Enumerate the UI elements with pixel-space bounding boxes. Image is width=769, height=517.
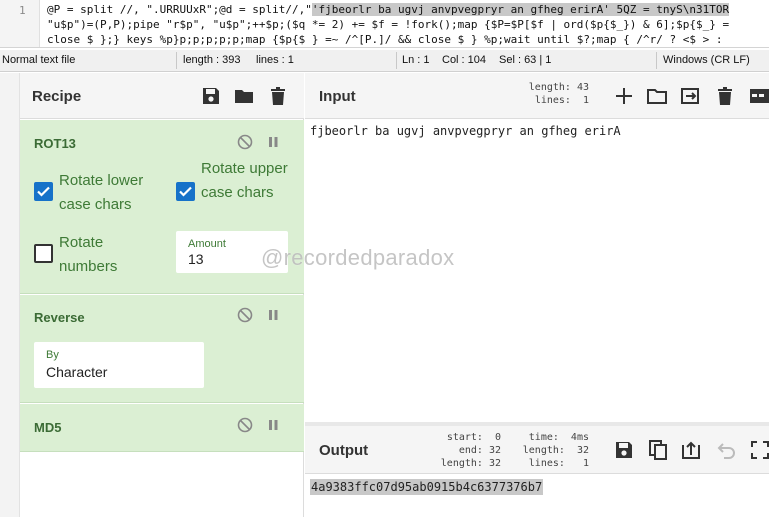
input-textarea[interactable]: fjbeorlr ba ugvj anvpvegpryr an gfheg er… bbox=[310, 124, 621, 138]
code-line-1-text: @P = split //, ".URRUUxR";@d = split//," bbox=[47, 3, 312, 16]
code-editor[interactable]: 1 @P = split //, ".URRUUxR";@d = split//… bbox=[0, 0, 769, 48]
undo-icon[interactable] bbox=[715, 439, 737, 461]
status-ln: Ln : 1 bbox=[402, 54, 430, 66]
code-line-1[interactable]: @P = split //, ".URRUUxR";@d = split//,"… bbox=[47, 2, 730, 17]
output-title: Output bbox=[319, 442, 369, 459]
status-eol: Windows (CR LF) bbox=[663, 54, 750, 66]
output-pane: Output start: 0 end: 32 length: 32 time: 4… bbox=[305, 426, 769, 517]
open-file-icon[interactable] bbox=[679, 85, 701, 107]
output-stats-left: start: 0 end: 32 length: 32 bbox=[435, 431, 501, 470]
rotate-upper-label: Rotate upper case chars bbox=[201, 160, 288, 201]
status-col: Col : 104 bbox=[442, 54, 487, 66]
pause-operation-icon[interactable] bbox=[265, 134, 281, 150]
line-number-gutter: 1 bbox=[0, 0, 40, 47]
status-length: length : 393 bbox=[183, 54, 241, 66]
input-stats: length: 43 lines: 1 bbox=[517, 81, 589, 107]
rotate-lower-label: Rotate lower case chars bbox=[59, 172, 144, 213]
rotate-numbers-label: Rotate numbers bbox=[59, 234, 118, 275]
pause-operation-icon[interactable] bbox=[265, 307, 281, 323]
reverse-by-value: Character bbox=[46, 364, 108, 380]
output-header: Output start: 0 end: 32 length: 32 time: 4… bbox=[305, 426, 769, 474]
rotate-numbers-checkbox[interactable] bbox=[34, 244, 53, 263]
save-output-icon[interactable] bbox=[613, 439, 635, 461]
status-bar: Normal text file length : 393 lines : 1 … bbox=[0, 50, 769, 72]
reverse-by-label: By bbox=[46, 349, 59, 361]
status-file-type: Normal text file bbox=[2, 54, 76, 66]
recipe-title: Recipe bbox=[32, 88, 82, 105]
pause-operation-icon[interactable] bbox=[265, 417, 281, 433]
disable-operation-icon[interactable] bbox=[237, 307, 253, 323]
output-start: start: 0 bbox=[446, 432, 501, 443]
recipe-header: Recipe bbox=[20, 73, 304, 119]
save-recipe-icon[interactable] bbox=[200, 85, 222, 107]
add-tab-icon[interactable] bbox=[613, 85, 635, 107]
clear-input-icon[interactable] bbox=[714, 85, 736, 107]
replace-input-icon[interactable] bbox=[680, 439, 702, 461]
code-selection: 'fjbeorlr ba ugvj anvpvegpryr an gfheg e… bbox=[311, 3, 730, 16]
output-textarea[interactable]: 4a9383ffc07d95ab0915b4c6377376b7 bbox=[310, 479, 544, 495]
input-header: Input length: 43 lines: 1 bbox=[305, 73, 769, 119]
watermark: @recordedparadox bbox=[261, 245, 455, 270]
output-time: time: 4ms bbox=[528, 432, 589, 443]
reverse-by-select[interactable]: By Character bbox=[34, 342, 204, 388]
operations-pane-edge bbox=[0, 73, 20, 517]
rotate-lower-checkbox[interactable] bbox=[34, 182, 53, 201]
code-line-2[interactable]: "u$p")=(P,P);pipe "r$p", "u$p";++$p;($q … bbox=[47, 17, 729, 32]
open-folder-icon[interactable] bbox=[646, 85, 668, 107]
recipe-pane: Recipe ROT13 Rotate lower case chars Rot… bbox=[20, 73, 304, 517]
output-length-2: length: 32 bbox=[522, 445, 589, 456]
input-lines: lines: 1 bbox=[534, 95, 589, 106]
code-line-3[interactable]: close $ };} keys %p}p;p;p;p;p;map {$p{$ … bbox=[47, 32, 723, 47]
rotate-upper-checkbox[interactable] bbox=[176, 182, 195, 201]
maximize-icon[interactable] bbox=[749, 439, 769, 461]
output-stats-right: time: 4ms length: 32 lines: 1 bbox=[515, 431, 589, 470]
operation-title-rot13: ROT13 bbox=[34, 136, 76, 151]
load-recipe-icon[interactable] bbox=[233, 85, 255, 107]
line-number: 1 bbox=[19, 4, 26, 17]
input-length: length: 43 bbox=[528, 82, 589, 93]
operation-reverse[interactable]: Reverse By Character bbox=[20, 295, 304, 403]
operation-title-reverse: Reverse bbox=[34, 310, 85, 325]
disable-operation-icon[interactable] bbox=[237, 134, 253, 150]
output-end: end: 32 bbox=[458, 445, 501, 456]
status-lines: lines : 1 bbox=[256, 54, 294, 66]
clear-recipe-icon[interactable] bbox=[267, 85, 289, 107]
operation-title-md5: MD5 bbox=[34, 420, 62, 435]
reset-layout-icon[interactable] bbox=[748, 85, 769, 107]
output-length: length: 32 bbox=[440, 458, 501, 469]
disable-operation-icon[interactable] bbox=[237, 417, 253, 433]
amount-label: Amount bbox=[188, 238, 226, 250]
amount-value: 13 bbox=[188, 251, 204, 267]
output-lines: lines: 1 bbox=[528, 458, 589, 469]
copy-output-icon[interactable] bbox=[647, 439, 669, 461]
input-title: Input bbox=[319, 88, 356, 105]
operation-md5[interactable]: MD5 bbox=[20, 404, 304, 452]
status-sel: Sel : 63 | 1 bbox=[499, 54, 552, 66]
